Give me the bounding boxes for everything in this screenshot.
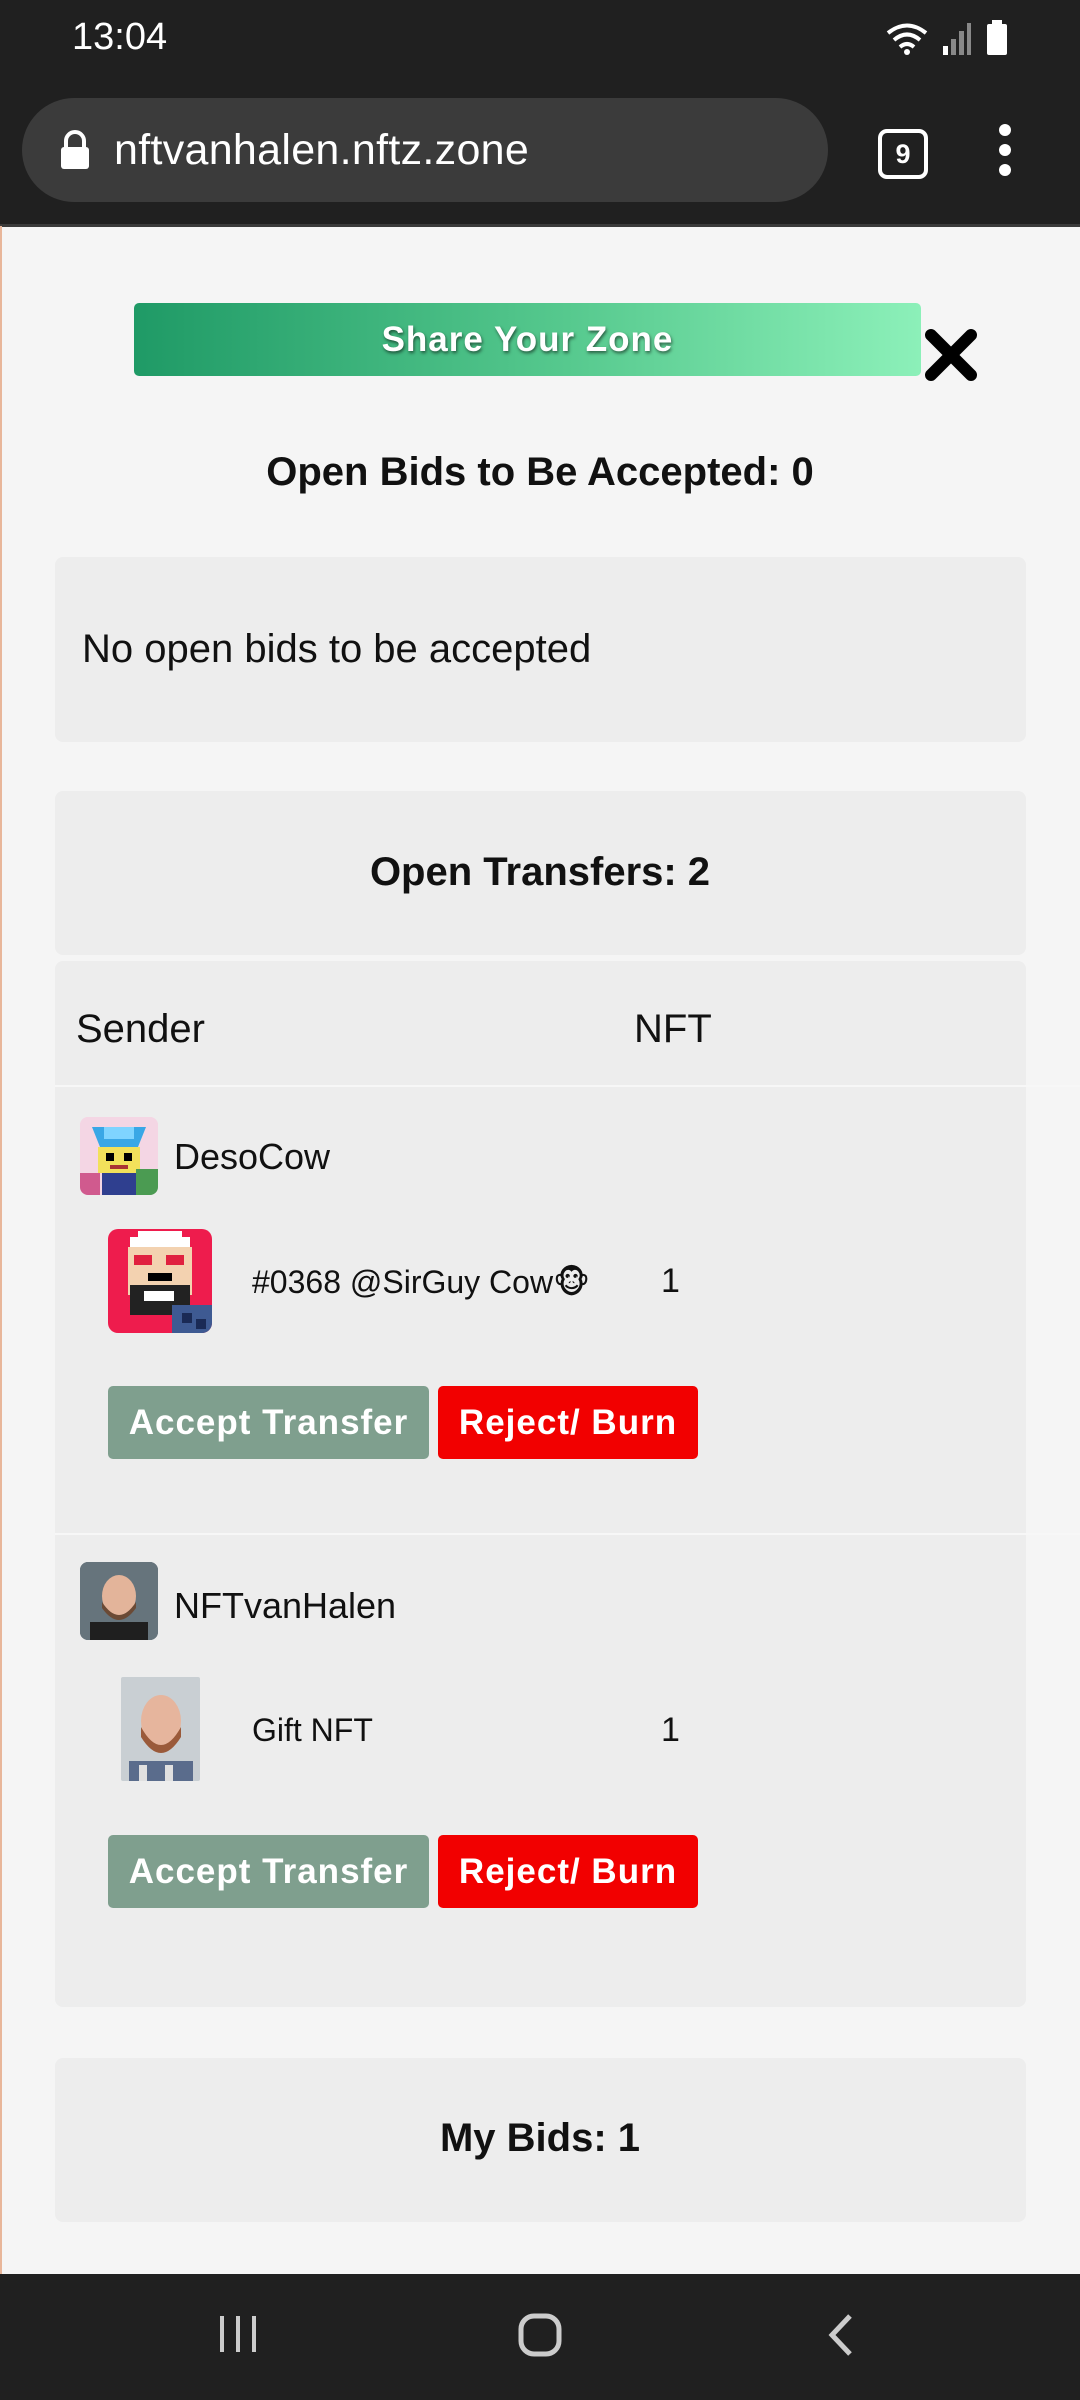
lock-icon bbox=[61, 130, 89, 169]
tab-switcher-button[interactable]: 9 bbox=[878, 129, 928, 179]
nft-thumbnail[interactable] bbox=[121, 1677, 200, 1781]
more-menu-icon[interactable] bbox=[990, 124, 1020, 184]
sender-avatar[interactable] bbox=[80, 1117, 158, 1195]
nft-thumbnail[interactable] bbox=[108, 1229, 212, 1333]
system-nav-bar bbox=[0, 2274, 1080, 2400]
column-header-sender: Sender bbox=[76, 1007, 205, 1051]
back-icon[interactable] bbox=[826, 2312, 856, 2358]
accept-transfer-button[interactable]: Accept Transfer bbox=[108, 1386, 429, 1459]
sender-name[interactable]: NFTvanHalen bbox=[174, 1585, 396, 1627]
row-divider bbox=[55, 1085, 1080, 1087]
signal-icon bbox=[943, 23, 971, 55]
nft-quantity: 1 bbox=[661, 1262, 680, 1300]
monkey-emoji-icon: 🐵 bbox=[553, 1264, 591, 1300]
sirguy-cow-nft-image bbox=[108, 1229, 212, 1333]
open-bids-heading: Open Bids to Be Accepted: 0 bbox=[266, 450, 814, 494]
column-header-nft: NFT bbox=[634, 1007, 712, 1051]
my-bids-heading[interactable]: My Bids: 1 bbox=[0, 2116, 1080, 2161]
wifi-icon bbox=[886, 23, 928, 55]
share-zone-button[interactable]: Share Your Zone bbox=[134, 303, 921, 376]
sender-name[interactable]: DesoCow bbox=[174, 1136, 330, 1178]
reject-burn-button[interactable]: Reject/ Burn bbox=[438, 1386, 698, 1459]
nftvanhalen-avatar-image bbox=[80, 1562, 158, 1640]
close-icon[interactable] bbox=[925, 329, 977, 381]
sender-avatar[interactable] bbox=[80, 1562, 158, 1640]
row-divider bbox=[55, 1533, 1080, 1535]
recent-apps-icon[interactable] bbox=[216, 2312, 260, 2356]
nft-quantity: 1 bbox=[661, 1711, 680, 1749]
status-icons bbox=[886, 20, 1008, 56]
nft-name-text: #0368 @SirGuy Cow bbox=[252, 1264, 554, 1300]
nft-name-text: Gift NFT bbox=[252, 1712, 373, 1748]
nft-name[interactable]: #0368 @SirGuy Cow🐵 bbox=[252, 1263, 590, 1301]
nft-name[interactable]: Gift NFT bbox=[252, 1712, 373, 1749]
url-text: nftvanhalen.nftz.zone bbox=[114, 125, 530, 174]
open-transfers-heading: Open Transfers: 2 bbox=[369, 850, 711, 894]
desocow-avatar-image bbox=[80, 1117, 158, 1195]
home-icon[interactable] bbox=[517, 2312, 563, 2358]
status-bar: 13:04 bbox=[0, 0, 1080, 78]
accept-transfer-button[interactable]: Accept Transfer bbox=[108, 1835, 429, 1908]
browser-toolbar: nftvanhalen.nftz.zone 9 bbox=[0, 78, 1080, 227]
page-edge bbox=[0, 226, 2, 2274]
status-time: 13:04 bbox=[72, 16, 168, 58]
reject-burn-button[interactable]: Reject/ Burn bbox=[438, 1835, 698, 1908]
gift-nft-image bbox=[121, 1677, 200, 1781]
open-bids-panel: No open bids to be accepted bbox=[55, 557, 1026, 742]
battery-icon bbox=[987, 20, 1007, 55]
no-bids-text: No open bids to be accepted bbox=[82, 627, 592, 671]
address-bar[interactable]: nftvanhalen.nftz.zone bbox=[22, 98, 828, 202]
